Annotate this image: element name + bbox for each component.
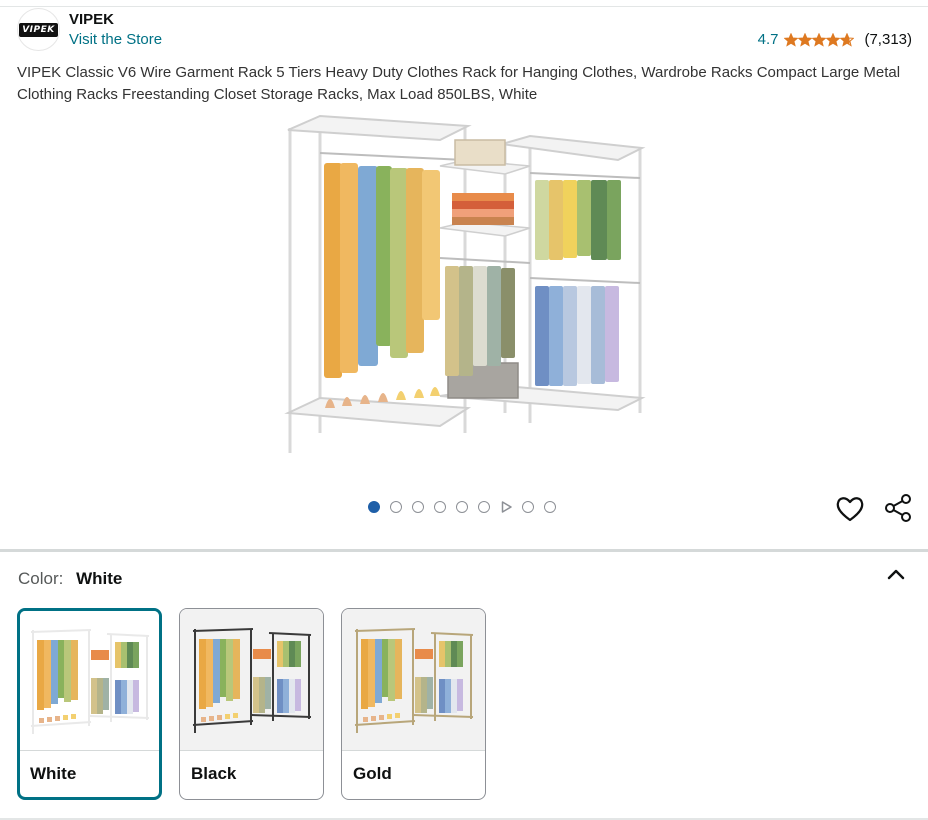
variation-selected-value: White [76,569,123,588]
share-icon [885,494,911,522]
carousel-dot[interactable] [368,501,380,513]
brand-logo-text: VIPEK [19,22,58,37]
variation-header: Color: White [18,569,122,589]
section-divider [0,549,928,552]
carousel-video-indicator[interactable] [500,501,512,513]
top-divider [0,6,928,7]
carousel-dot[interactable] [434,501,446,513]
carousel-dot[interactable] [544,501,556,513]
carousel-dot[interactable] [456,501,468,513]
color-swatch-white[interactable]: White [17,608,162,800]
rating-score: 4.7 [757,31,779,48]
image-carousel-indicator[interactable] [368,501,556,513]
rating-summary[interactable]: 4.7 (7,313) [758,31,912,48]
swatch-label: White [30,764,77,783]
star-icon [812,32,827,47]
star-icon [784,32,799,47]
star-icon [840,32,855,47]
product-main-image[interactable] [280,108,650,458]
heart-icon [836,497,864,522]
brand-name: VIPEK [69,11,115,28]
swatch-image [180,609,323,751]
product-title: VIPEK Classic V6 Wire Garment Rack 5 Tie… [17,64,901,103]
swatch-image [342,609,485,751]
rating-count[interactable]: (7,313) [864,31,912,48]
color-swatch-gold[interactable]: Gold [341,608,486,800]
swatch-label: Black [191,764,237,783]
play-icon [501,501,512,513]
carousel-dot[interactable] [412,501,424,513]
color-swatch-black[interactable]: Black [179,608,324,800]
chevron-up-icon [887,569,905,580]
star-icon [826,32,841,47]
share-button[interactable] [883,493,913,523]
carousel-dot[interactable] [390,501,402,513]
swatch-label: Gold [353,764,392,783]
carousel-dot[interactable] [522,501,534,513]
brand-logo[interactable]: VIPEK [17,8,60,51]
carousel-dot[interactable] [478,501,490,513]
variation-label: Color: [18,569,64,588]
collapse-variations-button[interactable] [883,563,909,585]
star-icon [798,32,813,47]
swatch-image [20,611,159,751]
color-swatch-list: White Black Gold [17,608,486,800]
wishlist-button[interactable] [835,495,865,523]
visit-store-link[interactable]: Visit the Store [69,31,162,48]
rating-stars [784,32,855,47]
